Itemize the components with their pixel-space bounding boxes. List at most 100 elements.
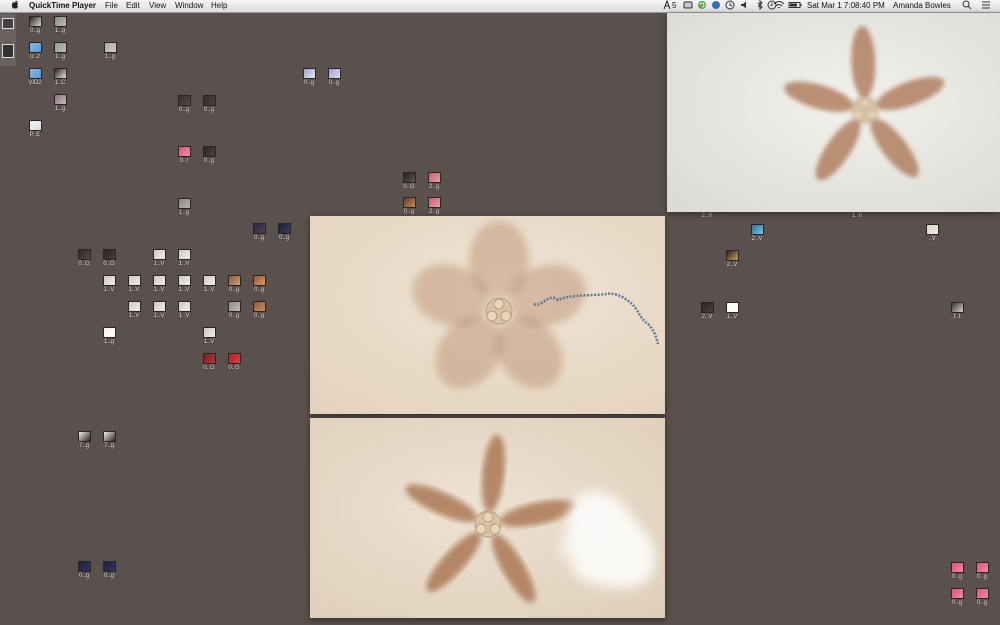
desktop-icon-label: 1..V xyxy=(203,339,215,345)
desktop-icon[interactable]: 2..V xyxy=(692,212,722,220)
file-thumbnail-icon xyxy=(975,562,989,573)
desktop-icon[interactable]: 0..g xyxy=(967,562,997,581)
fan-bulb xyxy=(859,97,871,109)
menu-help[interactable]: Help xyxy=(211,0,227,12)
sync-icon[interactable] xyxy=(697,0,707,14)
fan-bulb xyxy=(866,109,878,121)
desktop-icon-label: 0..g xyxy=(203,158,214,164)
desktop-icon[interactable]: 0..g xyxy=(194,146,224,165)
desktop-icon-label: 2..g xyxy=(428,209,439,215)
partial-window-sliver[interactable] xyxy=(0,14,16,66)
file-thumbnail-icon xyxy=(28,16,42,27)
file-thumbnail-icon xyxy=(950,562,964,573)
desktop-icon[interactable]: f..t xyxy=(942,302,972,321)
file-thumbnail-icon xyxy=(277,223,291,234)
desktop-icon[interactable]: 0..g xyxy=(194,95,224,114)
desktop-icon[interactable]: 1..V xyxy=(169,301,199,320)
file-thumbnail-icon xyxy=(53,42,67,53)
menu-edit[interactable]: Edit xyxy=(126,0,140,12)
desktop-icon[interactable]: 0..g xyxy=(967,588,997,607)
file-thumbnail-icon xyxy=(227,353,241,364)
desktop-icon[interactable]: 1..g xyxy=(45,42,75,61)
time-machine-icon[interactable] xyxy=(725,0,735,14)
desktop-icon[interactable]: 1..V xyxy=(194,327,224,346)
desktop-icon[interactable]: 0..g xyxy=(319,68,349,87)
battery-icon[interactable] xyxy=(788,0,802,14)
fan-bulb xyxy=(486,310,498,322)
desktop-icon-label: 1..g xyxy=(103,339,114,345)
file-thumbnail-icon xyxy=(750,224,764,235)
desktop-icon[interactable]: 2..V xyxy=(717,250,747,269)
desktop-icon[interactable]: 0..g xyxy=(269,223,299,242)
desktop-icon-label: 1..g xyxy=(178,210,189,216)
file-thumbnail-icon xyxy=(427,172,441,183)
desktop-icon-label: 1..V xyxy=(851,213,863,219)
file-thumbnail-icon xyxy=(252,275,266,286)
file-thumbnail-icon xyxy=(152,249,166,260)
fan-bulb xyxy=(475,523,487,535)
file-thumbnail-icon xyxy=(102,249,116,260)
file-thumbnail-icon xyxy=(177,146,191,157)
desktop-icon[interactable]: 1..C xyxy=(45,68,75,87)
desktop-icon[interactable]: 2..V xyxy=(742,224,772,243)
desktop-icon[interactable]: ..V xyxy=(917,224,947,243)
file-thumbnail-icon xyxy=(202,95,216,106)
file-thumbnail-icon xyxy=(77,431,91,442)
file-thumbnail-icon xyxy=(102,327,116,338)
adobe-icon[interactable] xyxy=(663,0,671,14)
file-thumbnail-icon xyxy=(202,353,216,364)
desktop-icon-label: 1..g xyxy=(54,28,65,34)
video-window-top-right[interactable] xyxy=(667,13,1000,212)
desktop-icon-label: 0..g xyxy=(103,573,114,579)
file-thumbnail-icon xyxy=(53,68,67,79)
apple-menu-icon[interactable] xyxy=(11,0,19,13)
desktop-icon[interactable]: 1..g xyxy=(45,16,75,35)
desktop-icon[interactable]: 2..g xyxy=(419,197,449,216)
desktop-icon-label: 1..g xyxy=(54,54,65,60)
menu-window[interactable]: Window xyxy=(175,0,203,12)
menubar-clock[interactable]: Sat Mar 1 7:08:40 PM xyxy=(807,0,885,12)
desktop-icon-label: 0..g xyxy=(328,80,339,86)
desktop-icon[interactable]: 1..V xyxy=(842,212,872,220)
desktop-icon[interactable]: P..E xyxy=(20,120,50,139)
file-thumbnail-icon xyxy=(975,588,989,599)
video-frame xyxy=(667,13,1000,212)
video-window-bottom[interactable] xyxy=(310,418,665,618)
menu-file[interactable]: File xyxy=(105,0,118,12)
desktop-icon[interactable]: 0..g xyxy=(244,301,274,320)
desktop-icon[interactable]: 7..g xyxy=(94,431,124,450)
desktop-icon-label: 2..V xyxy=(751,236,763,242)
wifi-icon[interactable] xyxy=(773,0,785,14)
desktop-icon[interactable]: 0..g xyxy=(94,561,124,580)
notification-center-icon[interactable] xyxy=(980,0,992,14)
status-count: 5 xyxy=(672,1,677,10)
desktop-icon[interactable]: 1..g xyxy=(169,198,199,217)
desktop-icon[interactable]: 1..g xyxy=(95,42,125,61)
desktop-icon-label: 2..g xyxy=(428,184,439,190)
user-name[interactable]: Amanda Bowles xyxy=(893,0,951,12)
file-thumbnail-icon xyxy=(177,301,191,312)
desktop-icon-label: 0..g xyxy=(976,574,987,580)
display-icon[interactable] xyxy=(683,0,693,14)
file-thumbnail-icon xyxy=(402,197,416,208)
desktop-icon[interactable]: 1..g xyxy=(94,327,124,346)
messenger-icon[interactable] xyxy=(711,0,721,14)
desktop-icon-label: 2..V xyxy=(701,213,713,219)
menu-view[interactable]: View xyxy=(149,0,166,12)
desktop-icon[interactable]: 1..V xyxy=(717,302,747,321)
bluetooth-icon[interactable] xyxy=(756,0,764,14)
desktop-icon[interactable]: 0..G xyxy=(219,353,249,372)
file-thumbnail-icon xyxy=(77,561,91,572)
desktop-icon[interactable]: 0..G xyxy=(94,249,124,268)
file-thumbnail-icon xyxy=(202,327,216,338)
video-window-middle[interactable] xyxy=(310,216,665,414)
desktop-icon[interactable]: 1..V xyxy=(169,249,199,268)
desktop-icon[interactable]: 0..g xyxy=(244,275,274,294)
volume-icon[interactable] xyxy=(740,0,750,14)
file-thumbnail-icon xyxy=(177,95,191,106)
app-menu-quicktime[interactable]: QuickTime Player xyxy=(29,0,96,12)
spotlight-search-icon[interactable] xyxy=(962,0,972,14)
desktop-icon-label: 1..g xyxy=(104,54,115,60)
desktop-icon[interactable]: 2..g xyxy=(419,172,449,191)
desktop-icon[interactable]: 1..g xyxy=(45,94,75,113)
